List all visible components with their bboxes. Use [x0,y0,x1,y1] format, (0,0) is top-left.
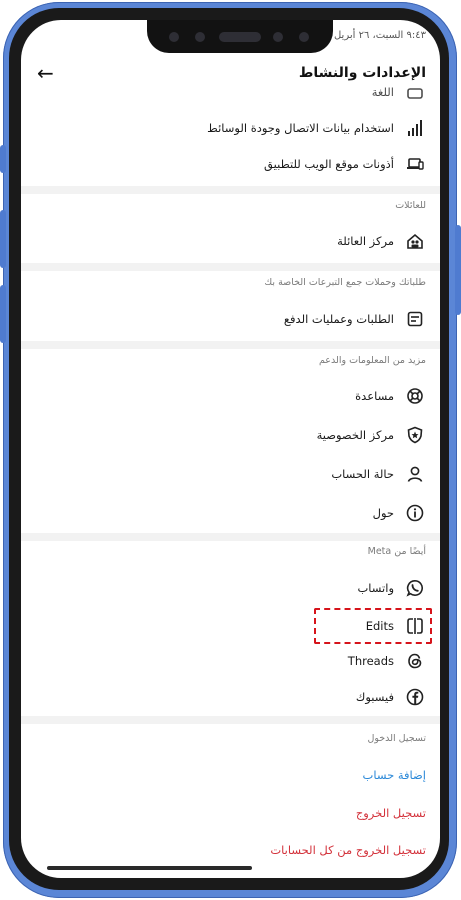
phone-side-button [0,145,6,173]
section-title-families: للعائلات [395,200,426,211]
logout-link[interactable]: تسجيل الخروج [21,795,440,831]
phone-volume-down-button [0,285,6,343]
add-account-label: إضافة حساب [362,768,426,782]
settings-row-label: مركز الخصوصية [316,428,394,442]
settings-row-language[interactable]: اللغة [21,82,440,102]
settings-row-label: مساعدة [355,389,394,403]
language-icon [404,81,426,103]
family-center-icon [404,230,426,252]
home-indicator [47,866,252,870]
section-divider [21,716,440,724]
section-divider [21,186,440,194]
settings-row-label: الطلبات وعمليات الدفع [283,312,394,326]
settings-row-label: أذونات موقع الويب للتطبيق [264,157,394,171]
settings-row-facebook[interactable]: فيسبوك [21,679,440,715]
threads-icon [404,650,426,672]
settings-row-label: حالة الحساب [331,467,394,481]
status-bar-time-date: ٩:٤٣ السبت، ٢٦ أبريل [333,30,426,41]
settings-row-label: مركز العائلة [337,234,394,248]
page-title: الإعدادات والنشاط [298,65,426,81]
settings-row-label: حول [372,506,394,520]
add-account-link[interactable]: إضافة حساب [21,757,440,793]
settings-row-label: استخدام بيانات الاتصال وجودة الوسائط [207,121,394,135]
devices-icon [404,153,426,175]
person-icon [404,463,426,485]
settings-row-account-status[interactable]: حالة الحساب [21,456,440,492]
logout-all-label: تسجيل الخروج من كل الحسابات [270,843,426,857]
sensor-dot [273,32,283,42]
camera-dot [169,32,179,42]
logout-label: تسجيل الخروج [355,806,426,820]
phone-volume-up-button [0,210,6,268]
sensor-dot [195,32,205,42]
settings-row-label: Threads [347,654,394,668]
receipt-icon [404,308,426,330]
settings-row-about[interactable]: حول [21,495,440,531]
section-title-orders: طلباتك وحملات جمع التبرعات الخاصة بك [264,277,426,288]
logout-all-link[interactable]: تسجيل الخروج من كل الحسابات [21,832,440,868]
phone-power-button [455,225,461,315]
settings-row-label: اللغة [371,85,394,99]
section-title-login: تسجيل الدخول [367,733,426,744]
highlight-annotation-box [314,608,432,644]
camera-dot [299,32,309,42]
settings-row-privacy-center[interactable]: مركز الخصوصية [21,417,440,453]
settings-row-family-center[interactable]: مركز العائلة [21,223,440,259]
settings-row-label: فيسبوك [355,690,394,704]
camera-notch [147,20,333,53]
settings-row-help[interactable]: مساعدة [21,378,440,414]
signal-bars-icon [404,117,426,139]
section-divider [21,533,440,541]
back-arrow-icon[interactable]: ← [37,63,54,83]
info-icon [404,502,426,524]
whatsapp-icon [404,577,426,599]
settings-row-orders-payments[interactable]: الطلبات وعمليات الدفع [21,301,440,337]
lifebuoy-icon [404,385,426,407]
settings-row-website-permissions[interactable]: أذونات موقع الويب للتطبيق [21,146,440,182]
speaker-grill [219,32,261,42]
settings-row-whatsapp[interactable]: واتساب [21,570,440,606]
settings-row-threads[interactable]: Threads [21,643,440,679]
shield-star-icon [404,424,426,446]
facebook-icon [404,686,426,708]
section-title-meta: أيضًا من Meta [367,546,426,557]
settings-row-data-usage[interactable]: استخدام بيانات الاتصال وجودة الوسائط [21,110,440,146]
section-divider [21,263,440,271]
phone-screen: ٩:٤٣ السبت، ٢٦ أبريل الإعدادات والنشاط ←… [21,20,440,878]
section-title-support: مزيد من المعلومات والدعم [318,355,426,366]
section-divider [21,341,440,349]
settings-row-label: واتساب [357,581,394,595]
